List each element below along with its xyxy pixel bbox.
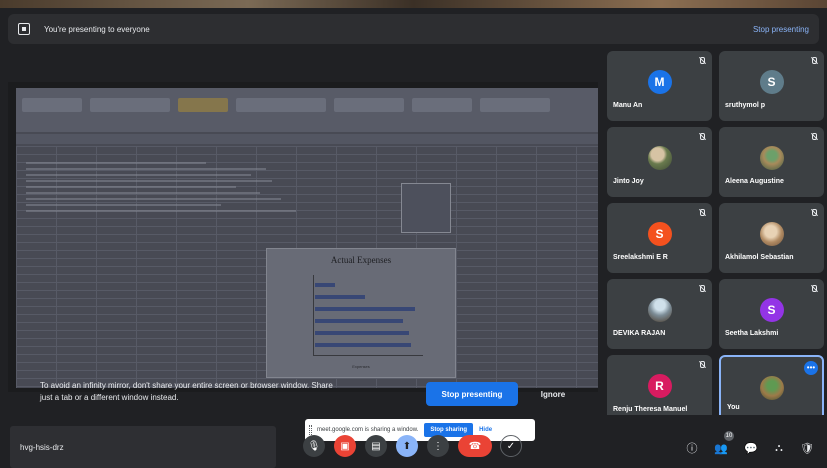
chart-y-axis bbox=[313, 275, 314, 355]
chart-bar bbox=[315, 343, 411, 347]
avatar: S bbox=[647, 222, 672, 246]
participant-name: Seetha Lakshmi bbox=[725, 330, 779, 337]
avatar-photo bbox=[647, 298, 672, 322]
mic-off-icon bbox=[810, 57, 818, 65]
ignore-button[interactable]: Ignore bbox=[530, 382, 576, 406]
more-vert-icon[interactable]: ⋮ bbox=[427, 435, 449, 457]
participant-tile[interactable]: Jinto Joy bbox=[607, 127, 712, 197]
chart-bar bbox=[315, 295, 365, 299]
participant-name: You bbox=[727, 404, 740, 411]
mic-off-icon bbox=[698, 57, 706, 65]
captions-icon[interactable]: ▤ bbox=[365, 435, 387, 457]
participant-count-badge: 10 bbox=[724, 431, 734, 441]
avatar-photo bbox=[759, 222, 784, 246]
warning-line-1: To avoid an infinity mirror, don't share… bbox=[40, 381, 333, 390]
avatar-photo bbox=[647, 146, 672, 170]
present-icon[interactable]: ⬆ bbox=[396, 435, 418, 457]
chart-bar bbox=[315, 283, 335, 287]
info-icon[interactable]: ⓘ bbox=[685, 441, 699, 455]
bottom-control-bar: hvg-hsis-drz meet.google.com is sharing … bbox=[0, 415, 827, 468]
participant-tile[interactable]: S Seetha Lakshmi bbox=[719, 279, 824, 349]
meet-window: You're presenting to everyone Stop prese… bbox=[0, 0, 827, 468]
camera-icon[interactable]: ▣ bbox=[334, 435, 356, 457]
chart-x-label: Expenses bbox=[352, 364, 370, 369]
expenses-chart: Actual Expenses Expenses bbox=[266, 248, 456, 378]
presenting-message: You're presenting to everyone bbox=[44, 24, 150, 34]
mic-off-icon bbox=[810, 133, 818, 141]
participant-tile[interactable]: DEVIKA RAJAN bbox=[607, 279, 712, 349]
participant-name: DEVIKA RAJAN bbox=[613, 330, 666, 337]
shared-screen-preview: Actual Expenses Expenses bbox=[8, 82, 598, 392]
mic-off-icon bbox=[810, 285, 818, 293]
reaction-icon[interactable]: ✓ bbox=[500, 435, 522, 457]
activities-icon[interactable]: ⛬ bbox=[772, 441, 786, 455]
mic-off-icon bbox=[810, 209, 818, 217]
avatar-photo bbox=[759, 146, 784, 170]
host-controls-icon[interactable]: 🛡 bbox=[800, 441, 814, 455]
meeting-code: hvg-hsis-drz bbox=[20, 443, 64, 452]
sharing-notice-text: meet.google.com is sharing a window. bbox=[317, 427, 419, 433]
chart-bar bbox=[315, 319, 403, 323]
mic-off-icon bbox=[698, 133, 706, 141]
spreadsheet-preview: Actual Expenses Expenses bbox=[16, 88, 598, 388]
mic-off-icon bbox=[698, 361, 706, 369]
spreadsheet-ribbon bbox=[16, 88, 598, 132]
present-icon bbox=[18, 23, 30, 35]
participant-tile[interactable]: M Manu An bbox=[607, 51, 712, 121]
participant-name: Akhilamol Sebastian bbox=[725, 254, 794, 261]
participant-tile[interactable]: Akhilamol Sebastian bbox=[719, 203, 824, 273]
people-icon[interactable]: 👥 bbox=[714, 441, 728, 455]
participant-name: Manu An bbox=[613, 102, 643, 109]
chart-bar bbox=[315, 331, 409, 335]
stop-presenting-button[interactable]: Stop presenting bbox=[426, 382, 518, 406]
mic-off-icon bbox=[698, 209, 706, 217]
spreadsheet-cells bbox=[26, 158, 326, 248]
participant-name: Sreelakshmi E R bbox=[613, 254, 668, 261]
participant-tile[interactable]: S sruthymol p bbox=[719, 51, 824, 121]
participant-tile[interactable]: Aleena Augustine bbox=[719, 127, 824, 197]
mic-off-icon bbox=[698, 285, 706, 293]
self-view-strip bbox=[0, 0, 827, 8]
avatar: R bbox=[647, 374, 672, 398]
formula-bar bbox=[16, 134, 598, 144]
hangup-icon[interactable]: ☎ bbox=[458, 435, 492, 457]
participant-name: Aleena Augustine bbox=[725, 178, 784, 185]
hide-notice-button[interactable]: Hide bbox=[479, 427, 492, 433]
presenting-banner: You're presenting to everyone Stop prese… bbox=[8, 14, 819, 44]
stop-presenting-link[interactable]: Stop presenting bbox=[753, 25, 809, 34]
more-options-icon[interactable]: ••• bbox=[804, 361, 818, 375]
spreadsheet-mini-table bbox=[401, 183, 451, 233]
drag-handle-icon[interactable] bbox=[309, 425, 312, 435]
infinity-mirror-warning: To avoid an infinity mirror, don't share… bbox=[40, 380, 400, 404]
chat-icon[interactable]: 💬 bbox=[744, 441, 758, 455]
participant-name: Jinto Joy bbox=[613, 178, 644, 185]
avatar: M bbox=[647, 70, 672, 94]
chart-title: Actual Expenses bbox=[330, 255, 392, 265]
avatar: S bbox=[759, 70, 784, 94]
chart-x-axis bbox=[313, 355, 423, 356]
participant-name: sruthymol p bbox=[725, 102, 766, 109]
participant-tile[interactable]: S Sreelakshmi E R bbox=[607, 203, 712, 273]
mic-icon[interactable]: 🎙 bbox=[303, 435, 325, 457]
participant-name: Renju Theresa Manuel bbox=[613, 406, 688, 413]
avatar-photo bbox=[759, 376, 784, 400]
avatar: S bbox=[759, 298, 784, 322]
chart-bar bbox=[315, 307, 415, 311]
warning-line-2: just a tab or a different window instead… bbox=[40, 393, 179, 402]
